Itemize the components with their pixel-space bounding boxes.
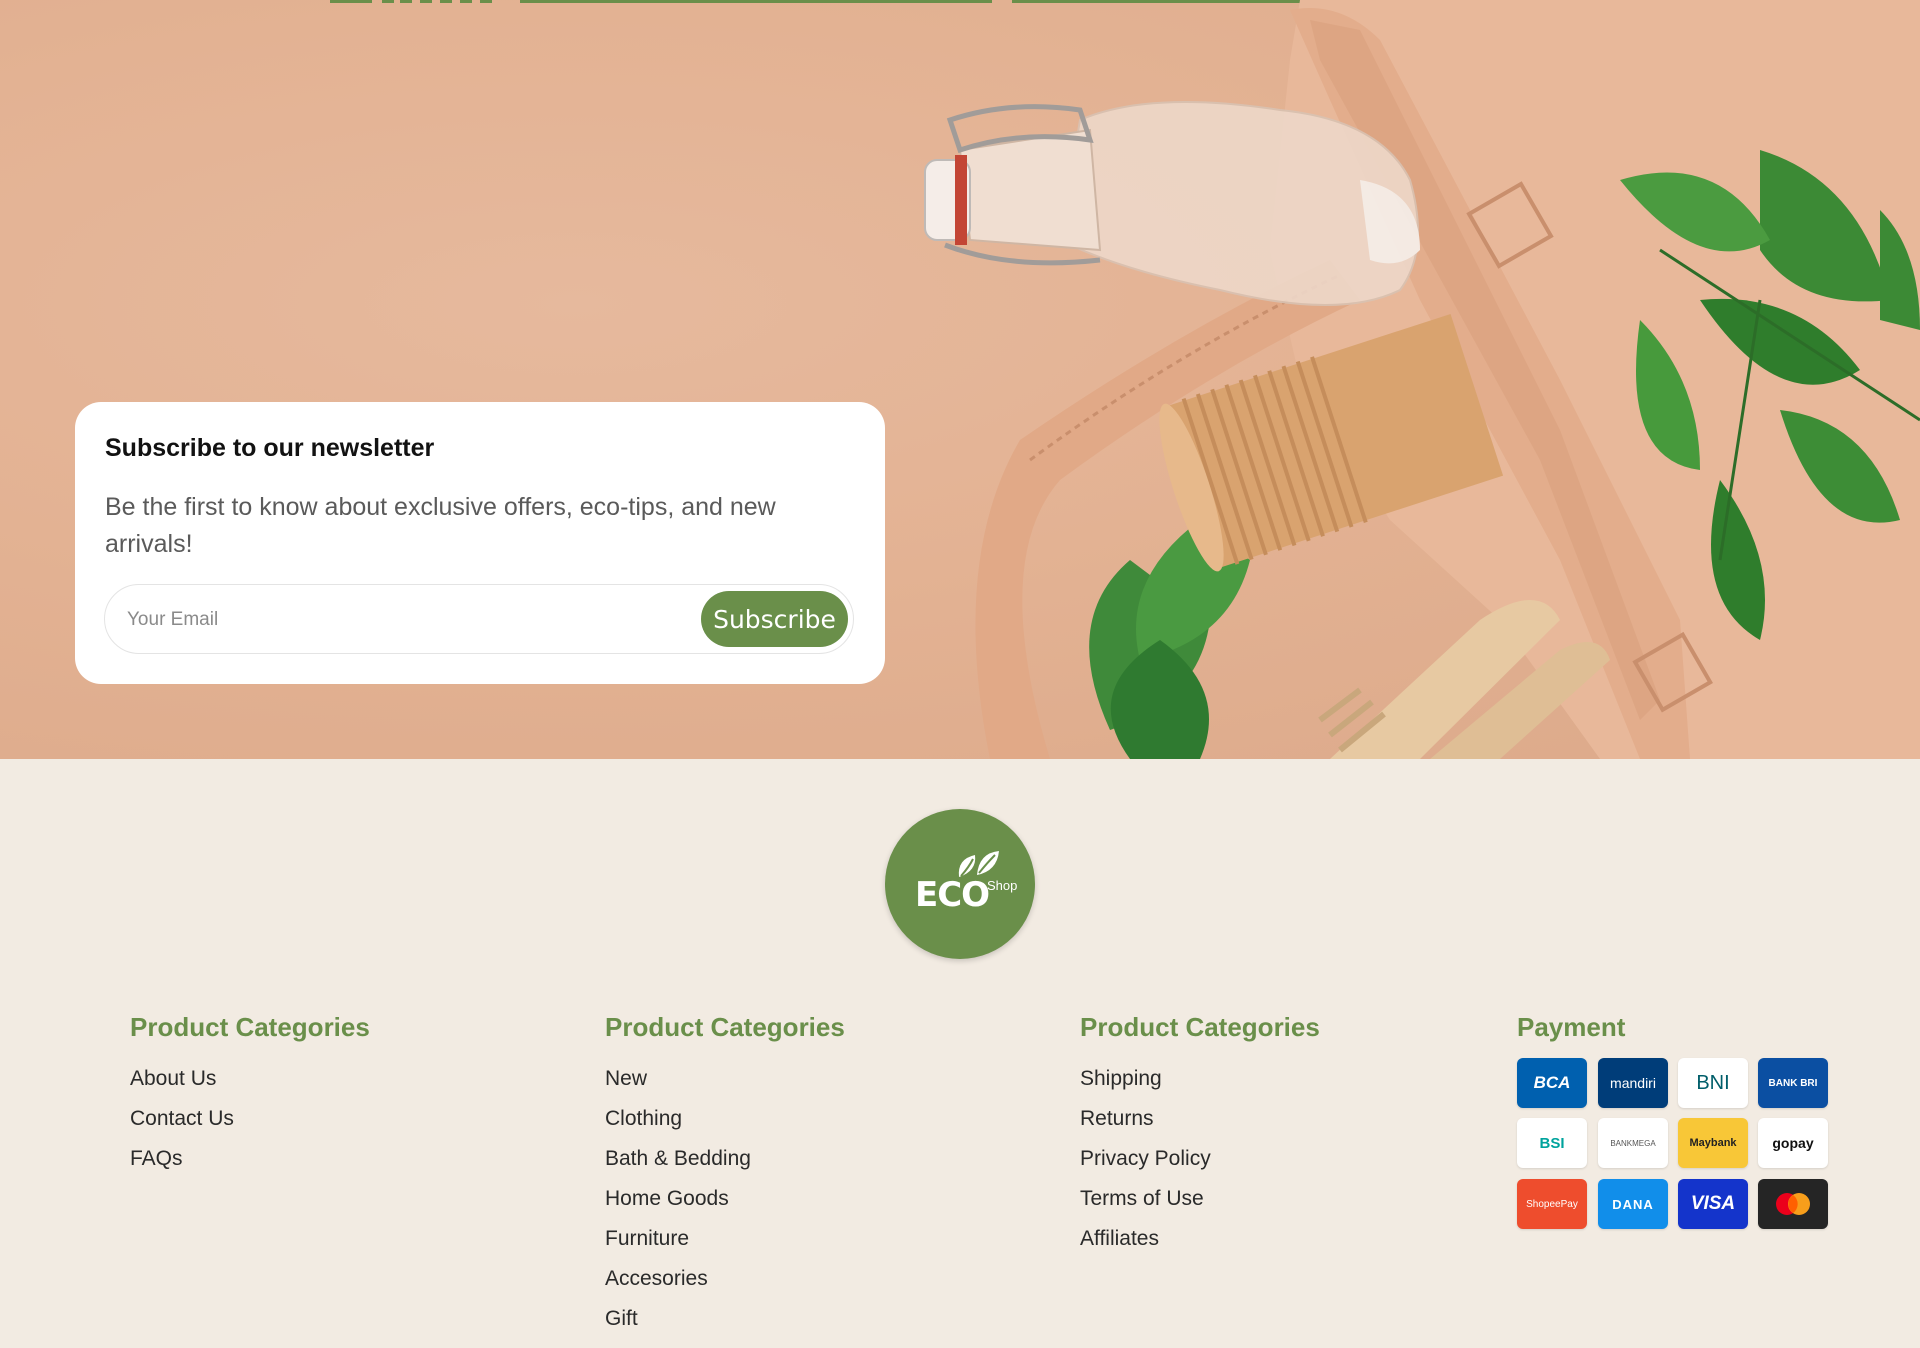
footer-column-title: Product Categories xyxy=(1080,1012,1320,1042)
mastercard-logo xyxy=(1758,1179,1828,1229)
footer-link-returns[interactable]: Returns xyxy=(1080,1099,1320,1139)
footer-link-about-us[interactable]: About Us xyxy=(130,1059,370,1099)
footer-column-title: Product Categories xyxy=(605,1012,845,1042)
footer-link-furniture[interactable]: Furniture xyxy=(605,1219,845,1259)
footer-column-payment: Payment BCA mandiri BNI BANK BRI BSI BAN… xyxy=(1517,1012,1828,1229)
bri-logo: BANK BRI xyxy=(1758,1058,1828,1108)
newsletter-form: Subscribe xyxy=(104,584,854,654)
newsletter-card: Subscribe to our newsletter Be the first… xyxy=(75,402,885,684)
footer-link-home-goods[interactable]: Home Goods xyxy=(605,1179,845,1219)
footer-column-policies: Product Categories Shipping Returns Priv… xyxy=(1080,1012,1320,1259)
footer-link-gift[interactable]: Gift xyxy=(605,1299,845,1339)
footer-column-about: Product Categories About Us Contact Us F… xyxy=(130,1012,370,1179)
eco-shop-logo[interactable]: ECO Shop xyxy=(885,809,1035,959)
hero-banner: Subscribe to our newsletter Be the first… xyxy=(0,0,1920,759)
footer-link-shipping[interactable]: Shipping xyxy=(1080,1059,1320,1099)
footer-link-terms-of-use[interactable]: Terms of Use xyxy=(1080,1179,1320,1219)
gopay-logo: gopay xyxy=(1758,1118,1828,1168)
bni-logo: BNI xyxy=(1678,1058,1748,1108)
newsletter-title: Subscribe to our newsletter xyxy=(105,434,435,462)
footer-link-contact-us[interactable]: Contact Us xyxy=(130,1099,370,1139)
bsi-logo: BSI xyxy=(1517,1118,1587,1168)
maybank-logo: Maybank xyxy=(1678,1118,1748,1168)
mandiri-logo: mandiri xyxy=(1598,1058,1668,1108)
footer-link-new[interactable]: New xyxy=(605,1059,845,1099)
subscribe-button[interactable]: Subscribe xyxy=(701,591,848,647)
footer-link-bath-bedding[interactable]: Bath & Bedding xyxy=(605,1139,845,1179)
footer-link-faqs[interactable]: FAQs xyxy=(130,1139,370,1179)
footer-column-categories: Product Categories New Clothing Bath & B… xyxy=(605,1012,845,1339)
mastercard-icon xyxy=(1776,1193,1810,1215)
footer-column-title: Product Categories xyxy=(130,1012,370,1042)
logo-subtext: Shop xyxy=(987,878,1018,893)
logo-text: ECO xyxy=(915,875,990,915)
site-footer: ECO Shop Product Categories About Us Con… xyxy=(0,759,1920,1348)
email-input[interactable] xyxy=(125,599,649,641)
footer-link-affiliates[interactable]: Affiliates xyxy=(1080,1219,1320,1259)
visa-logo: VISA xyxy=(1678,1179,1748,1229)
bca-logo: BCA xyxy=(1517,1058,1587,1108)
footer-link-accesories[interactable]: Accesories xyxy=(605,1259,845,1299)
footer-link-privacy-policy[interactable]: Privacy Policy xyxy=(1080,1139,1320,1179)
newsletter-description: Be the first to know about exclusive off… xyxy=(105,493,776,558)
footer-link-clothing[interactable]: Clothing xyxy=(605,1099,845,1139)
shopeepay-logo: ShopeePay xyxy=(1517,1179,1587,1229)
payment-title: Payment xyxy=(1517,1012,1626,1042)
dana-logo: DANA xyxy=(1598,1179,1668,1229)
bankmega-logo: BANKMEGA xyxy=(1598,1118,1668,1168)
